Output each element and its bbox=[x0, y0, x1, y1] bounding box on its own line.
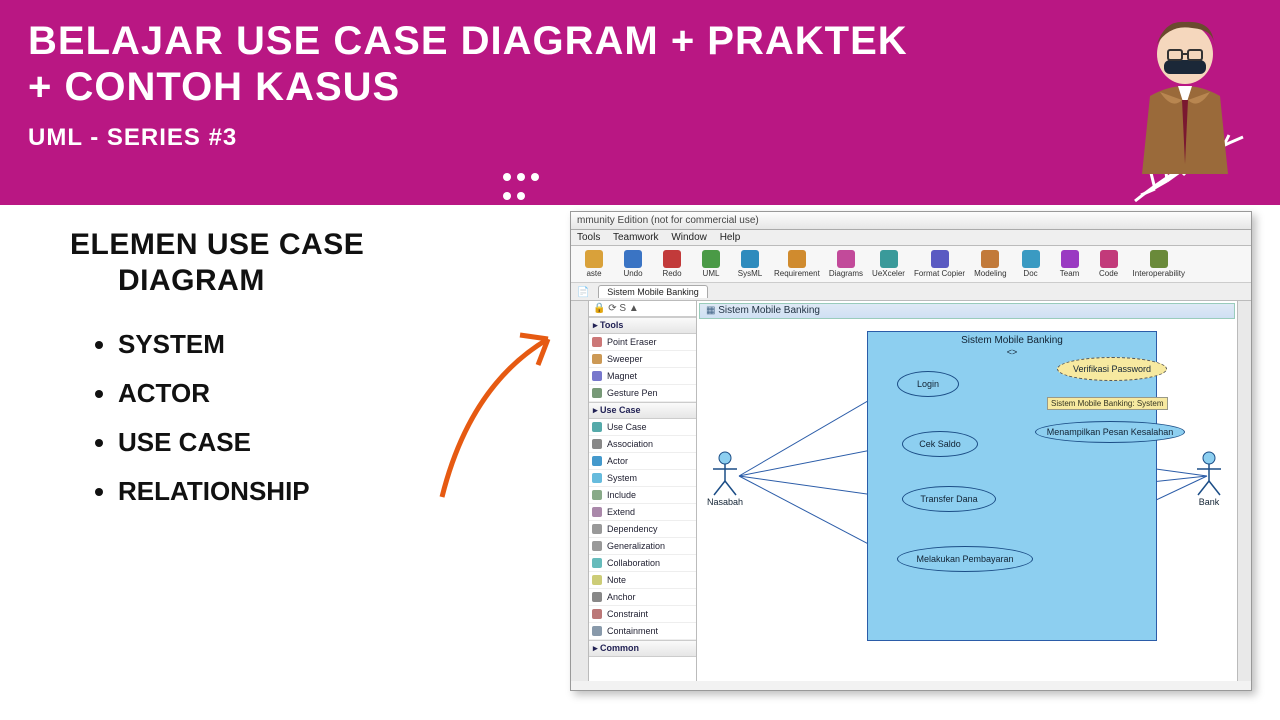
palette-item[interactable]: Dependency bbox=[589, 521, 696, 538]
toolbar-button[interactable]: Interoperability bbox=[1129, 248, 1189, 280]
palette-item[interactable]: Magnet bbox=[589, 368, 696, 385]
toolbar-button[interactable]: Redo bbox=[653, 248, 691, 280]
toolbar-button[interactable]: Doc bbox=[1012, 248, 1050, 280]
palette-item[interactable]: Actor bbox=[589, 453, 696, 470]
toolbar-button[interactable]: Modeling bbox=[970, 248, 1010, 280]
menu-item[interactable]: Teamwork bbox=[613, 232, 659, 243]
document-tab[interactable]: Sistem Mobile Banking bbox=[598, 285, 708, 298]
palette-section[interactable]: ▸ Use Case bbox=[589, 402, 696, 419]
use-case-node[interactable]: Cek Saldo bbox=[902, 431, 978, 457]
toolbar-button[interactable]: UeXceler bbox=[868, 248, 909, 280]
palette-item[interactable]: Generalization bbox=[589, 538, 696, 555]
main-toolbar: asteUndoRedoUMLSysMLRequirementDiagramsU… bbox=[571, 246, 1251, 283]
palette-item[interactable]: Anchor bbox=[589, 589, 696, 606]
palette-item[interactable]: Gesture Pen bbox=[589, 385, 696, 402]
palette-item[interactable]: Collaboration bbox=[589, 555, 696, 572]
tool-palette: 🔒 ⟳ S ▲▸ ToolsPoint EraserSweeperMagnetG… bbox=[589, 301, 697, 681]
page-title: BELAJAR USE CASE DIAGRAM + PRAKTEK + CON… bbox=[28, 18, 908, 110]
toolbar-button[interactable]: SysML bbox=[731, 248, 769, 280]
palette-item[interactable]: Sweeper bbox=[589, 351, 696, 368]
tooltip: Sistem Mobile Banking: System bbox=[1047, 397, 1168, 410]
toolbar-button[interactable]: Requirement bbox=[770, 248, 824, 280]
use-case-node[interactable]: Melakukan Pembayaran bbox=[897, 546, 1033, 572]
actor-node[interactable]: Bank bbox=[1192, 451, 1226, 507]
tab-strip: 📄 Sistem Mobile Banking bbox=[571, 283, 1251, 301]
toolbar-button[interactable]: aste bbox=[575, 248, 613, 280]
palette-item[interactable]: Containment bbox=[589, 623, 696, 640]
use-case-node[interactable]: Verifikasi Password bbox=[1057, 357, 1167, 381]
actor-node[interactable]: Nasabah bbox=[707, 451, 743, 507]
palette-item[interactable]: Constraint bbox=[589, 606, 696, 623]
toolbar-button[interactable]: Team bbox=[1051, 248, 1089, 280]
palette-item[interactable]: System bbox=[589, 470, 696, 487]
menu-bar[interactable]: Tools Teamwork Window Help bbox=[571, 230, 1251, 246]
diagram-canvas[interactable]: ▦ Sistem Mobile Banking Sistem Mobile Ba… bbox=[697, 301, 1237, 681]
palette-section[interactable]: ▸ Tools bbox=[589, 317, 696, 334]
use-case-node[interactable]: Login bbox=[897, 371, 959, 397]
palette-section[interactable]: ▸ Common bbox=[589, 640, 696, 657]
palette-item[interactable]: Association bbox=[589, 436, 696, 453]
page-subtitle: UML - SERIES #3 bbox=[28, 124, 1252, 152]
left-gutter bbox=[571, 301, 589, 681]
title-banner: BELAJAR USE CASE DIAGRAM + PRAKTEK + CON… bbox=[0, 0, 1280, 205]
toolbar-button[interactable]: UML bbox=[692, 248, 730, 280]
menu-item[interactable]: Window bbox=[671, 232, 707, 243]
toolbar-button[interactable]: Code bbox=[1090, 248, 1128, 280]
palette-item[interactable]: Extend bbox=[589, 504, 696, 521]
content-area: ELEMEN USE CASE DIAGRAM SYSTEM ACTOR USE… bbox=[0, 205, 1280, 720]
vertical-scrollbar[interactable] bbox=[1237, 301, 1251, 681]
avatar-icon bbox=[1120, 14, 1250, 184]
palette-item[interactable]: Note bbox=[589, 572, 696, 589]
menu-item[interactable]: Help bbox=[720, 232, 741, 243]
toolbar-button[interactable]: Undo bbox=[614, 248, 652, 280]
window-titlebar: mmunity Edition (not for commercial use) bbox=[571, 212, 1251, 230]
use-case-node[interactable]: Transfer Dana bbox=[902, 486, 996, 512]
palette-item[interactable]: Point Eraser bbox=[589, 334, 696, 351]
use-case-node[interactable]: Menampilkan Pesan Kesalahan bbox=[1035, 421, 1185, 443]
toolbar-button[interactable]: Diagrams bbox=[825, 248, 867, 280]
canvas-header: ▦ Sistem Mobile Banking bbox=[699, 303, 1235, 319]
palette-item[interactable]: Use Case bbox=[589, 419, 696, 436]
app-screenshot: mmunity Edition (not for commercial use)… bbox=[570, 211, 1252, 691]
menu-item[interactable]: Tools bbox=[577, 232, 600, 243]
toolbar-button[interactable]: Format Copier bbox=[910, 248, 969, 280]
arrow-icon bbox=[430, 325, 560, 505]
palette-item[interactable]: Include bbox=[589, 487, 696, 504]
